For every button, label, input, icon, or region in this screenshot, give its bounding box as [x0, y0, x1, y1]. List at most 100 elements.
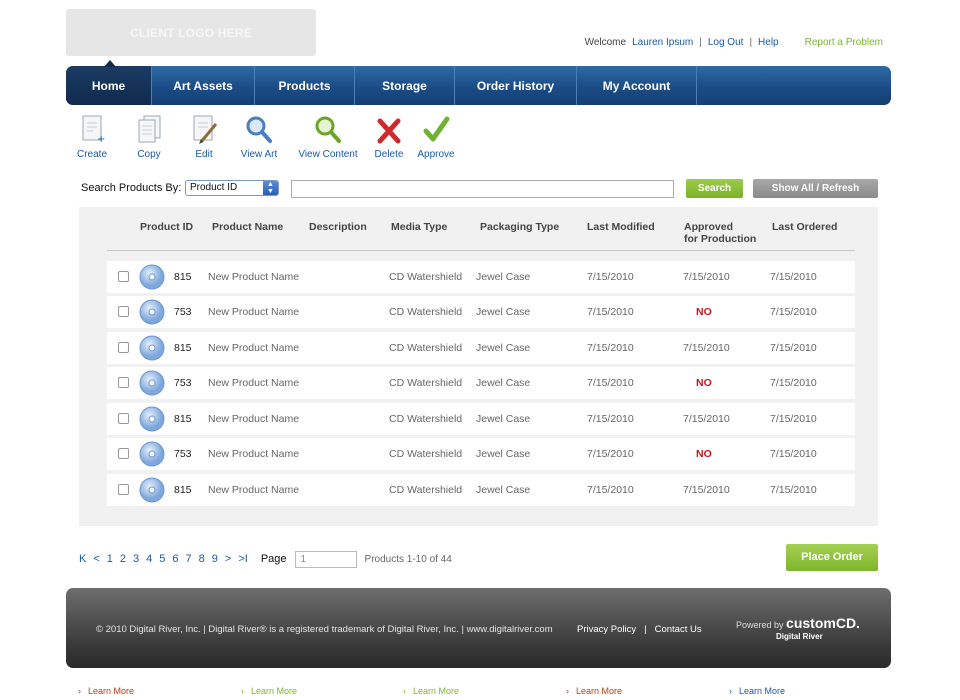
welcome-text: Welcome — [584, 37, 627, 48]
page-link[interactable]: 2 — [120, 553, 126, 565]
prev-page-link[interactable]: < — [93, 553, 99, 565]
table-row[interactable]: 753 New Product Name CD Watershield Jewel C… — [107, 296, 855, 328]
approve-button[interactable]: Approve — [416, 114, 456, 160]
search-input[interactable] — [291, 180, 674, 198]
row-checkbox[interactable] — [118, 377, 129, 388]
cell-packaging-type: Jewel Case — [476, 377, 531, 389]
cell-last-ordered: 7/15/2010 — [770, 484, 817, 496]
cell-product-name[interactable]: New Product Name — [208, 271, 299, 283]
learn-more-link[interactable]: › Learn More — [403, 686, 459, 696]
client-logo: CLIENT LOGO HERE — [66, 9, 316, 56]
cell-media-type: CD Watershield — [389, 484, 463, 496]
search-by-selected: Product ID — [190, 182, 238, 193]
last-page-link[interactable]: >I — [238, 553, 247, 565]
cell-media-type: CD Watershield — [389, 413, 463, 425]
powered-by-text: Powered by — [736, 620, 784, 630]
view-art-button[interactable]: View Art — [237, 114, 281, 160]
report-problem-link[interactable]: Report a Problem — [805, 37, 883, 48]
view-content-button[interactable]: View Content — [295, 114, 361, 160]
create-button[interactable]: + Create — [74, 114, 110, 160]
user-name-link[interactable]: Lauren Ipsum — [632, 37, 693, 48]
cell-last-ordered: 7/15/2010 — [770, 271, 817, 283]
page-link[interactable]: 7 — [186, 553, 192, 565]
search-by-select[interactable]: Product ID ▲ ▼ — [185, 180, 279, 196]
first-page-link[interactable]: K — [79, 553, 86, 565]
tab-order-history[interactable]: Order History — [455, 66, 577, 105]
page-link[interactable]: 4 — [146, 553, 152, 565]
cell-product-name[interactable]: New Product Name — [208, 448, 299, 460]
place-order-button[interactable]: Place Order — [786, 544, 878, 571]
col-approved-line2: for Production — [684, 233, 757, 245]
col-product-name[interactable]: Product Name — [212, 221, 283, 233]
help-link[interactable]: Help — [758, 37, 779, 48]
tab-home[interactable]: Home — [66, 66, 152, 105]
tab-my-account[interactable]: My Account — [577, 66, 697, 105]
page-link[interactable]: 3 — [133, 553, 139, 565]
powered-by: Powered by customCD. — [736, 615, 860, 631]
learn-more-link[interactable]: › Learn More — [78, 686, 134, 696]
copy-button[interactable]: Copy — [131, 114, 167, 160]
cell-media-type: CD Watershield — [389, 342, 463, 354]
col-packaging-type[interactable]: Packaging Type — [480, 221, 559, 233]
col-approved[interactable]: Approved for Production — [684, 221, 756, 245]
cell-last-ordered: 7/15/2010 — [770, 377, 817, 389]
cell-media-type: CD Watershield — [389, 377, 463, 389]
page-input[interactable]: 1 — [294, 550, 357, 568]
customcd-logo: customCD. — [786, 615, 860, 631]
show-all-refresh-button[interactable]: Show All / Refresh — [753, 179, 878, 198]
row-checkbox[interactable] — [118, 413, 129, 424]
tab-storage[interactable]: Storage — [355, 66, 455, 105]
cell-last-modified: 7/15/2010 — [587, 448, 634, 460]
col-product-id[interactable]: Product ID — [140, 221, 193, 233]
page-link[interactable]: 6 — [172, 553, 178, 565]
col-media-type[interactable]: Media Type — [391, 221, 447, 233]
table-row[interactable]: 815 New Product Name CD Watershield Jewel C… — [107, 261, 855, 293]
cell-approved: 7/15/2010 — [683, 271, 730, 283]
learn-more-label: Learn More — [739, 686, 786, 696]
cell-product-name[interactable]: New Product Name — [208, 306, 299, 318]
svg-text:+: + — [97, 134, 105, 145]
row-checkbox[interactable] — [118, 342, 129, 353]
row-checkbox[interactable] — [118, 448, 129, 459]
table-row[interactable]: 753 New Product Name CD Watershield Jewel C… — [107, 367, 855, 399]
cell-product-name[interactable]: New Product Name — [208, 342, 299, 354]
privacy-policy-link[interactable]: Privacy Policy — [577, 624, 636, 635]
cell-last-modified: 7/15/2010 — [587, 377, 634, 389]
table-row[interactable]: 815 New Product Name CD Watershield Jewel C… — [107, 474, 855, 506]
table-row[interactable]: 815 New Product Name CD Watershield Jewel C… — [107, 332, 855, 364]
copyright-text: © 2010 Digital River, Inc. | Digital Riv… — [96, 624, 553, 635]
edit-label: Edit — [195, 149, 213, 160]
row-checkbox[interactable] — [118, 306, 129, 317]
cell-product-name[interactable]: New Product Name — [208, 413, 299, 425]
cell-last-modified: 7/15/2010 — [587, 413, 634, 425]
page-link[interactable]: 9 — [212, 553, 218, 565]
table-row[interactable]: 815 New Product Name CD Watershield Jewel C… — [107, 403, 855, 435]
col-description[interactable]: Description — [309, 221, 367, 233]
logout-link[interactable]: Log Out — [708, 37, 744, 48]
cell-media-type: CD Watershield — [389, 448, 463, 460]
page-link[interactable]: 5 — [159, 553, 165, 565]
cell-packaging-type: Jewel Case — [476, 342, 531, 354]
create-label: Create — [76, 149, 107, 160]
cell-product-name[interactable]: New Product Name — [208, 377, 299, 389]
edit-button[interactable]: Edit — [186, 114, 222, 160]
tab-products[interactable]: Products — [255, 66, 355, 105]
contact-us-link[interactable]: Contact Us — [655, 624, 702, 635]
row-checkbox[interactable] — [118, 484, 129, 495]
search-button[interactable]: Search — [686, 179, 743, 198]
page-link[interactable]: 8 — [199, 553, 205, 565]
page-link[interactable]: 1 — [107, 553, 113, 565]
learn-more-label: Learn More — [576, 686, 623, 696]
learn-more-link[interactable]: › Learn More — [566, 686, 622, 696]
disc-thumbnail — [139, 299, 165, 328]
col-last-modified[interactable]: Last Modified — [587, 221, 655, 233]
table-row[interactable]: 753 New Product Name CD Watershield Jewel C… — [107, 438, 855, 470]
learn-more-link[interactable]: › Learn More — [241, 686, 297, 696]
cell-product-name[interactable]: New Product Name — [208, 484, 299, 496]
learn-more-link[interactable]: › Learn More — [729, 686, 785, 696]
delete-button[interactable]: Delete — [371, 114, 407, 160]
row-checkbox[interactable] — [118, 271, 129, 282]
next-page-link[interactable]: > — [225, 553, 231, 565]
tab-art-assets[interactable]: Art Assets — [152, 66, 255, 105]
col-last-ordered[interactable]: Last Ordered — [772, 221, 837, 233]
